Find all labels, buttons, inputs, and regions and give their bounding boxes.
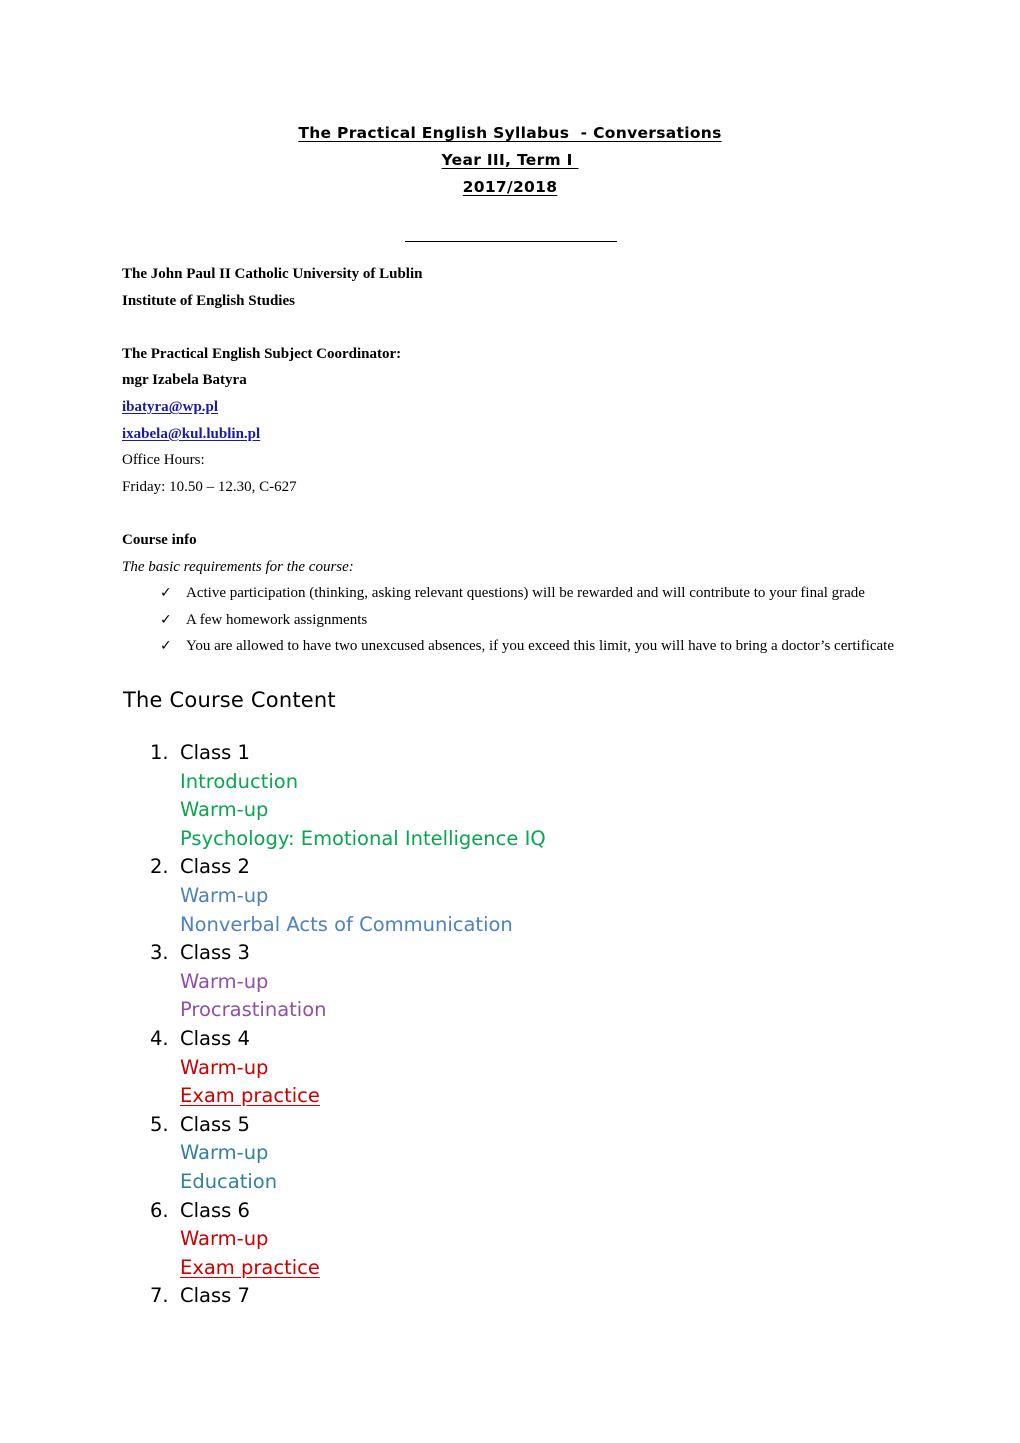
list-item: 4. Class 4 Warm-up Exam practice [123,1025,923,1111]
requirement-text: You are allowed to have two unexcused ab… [186,638,894,655]
horizontal-divider [405,241,617,242]
office-hours-label: Office Hours: [122,452,205,469]
requirements-list: ✓ Active participation (thinking, asking… [122,580,912,660]
class-topic: Education [180,1169,278,1193]
class-heading: 3. Class 3 [123,939,923,968]
requirement-text: A few homework assignments [186,611,368,628]
class-label: Class 5 [180,1112,250,1136]
class-heading: 1. Class 1 [123,739,923,768]
requirements-intro: The basic requirements for the course: [122,558,354,575]
class-number: 6. [150,1198,169,1222]
class-number: 1. [150,741,169,764]
institute-name: Institute of English Studies [122,292,295,309]
title-line-1: The Practical English Syllabus - Convers… [0,120,1020,147]
class-number: 7. [150,1284,169,1308]
class-number: 2. [150,855,169,879]
list-item: ✓ You are allowed to have two unexcused … [122,633,912,660]
class-topic: Procrastination [180,998,327,1022]
class-label: Class 6 [180,1198,250,1222]
university-name: The John Paul II Catholic University of … [122,266,423,282]
class-topic: Warm-up [180,883,269,907]
list-item: 3. Class 3 Warm-up Procrastination [123,939,923,1025]
class-topic: Warm-up [180,1055,269,1079]
class-heading: 6. Class 6 [123,1197,923,1226]
list-item: 7. Class 7 [123,1282,923,1311]
class-topic: Warm-up [180,969,269,993]
requirement-text: Active participation (thinking, asking r… [186,585,865,602]
class-topic: Exam practice [180,1255,320,1279]
list-item: 1. Class 1 Introduction Warm-up Psychology: … [123,739,923,853]
class-topic: Introduction [180,769,299,793]
class-label: Class 1 [180,741,250,764]
class-topic: Warm-up [180,798,269,822]
list-item: ✓ Active participation (thinking, asking… [122,580,912,607]
title-line-2: Year III, Term I [0,147,1020,174]
course-content-list: 1. Class 1 Introduction Warm-up Psychology: … [123,739,923,1311]
email-row-2: ixabela@kul.lublin.pl [122,421,912,448]
office-hours-value: Friday: 10.50 – 12.30, C-627 [122,478,297,495]
check-icon: ✓ [160,638,172,655]
email-link-ixabela[interactable]: ixabela@kul.lublin.pl [122,421,260,448]
title-line-3: 2017/2018 [0,174,1020,201]
class-topic: Nonverbal Acts of Communication [180,912,513,936]
class-label: Class 3 [180,941,250,965]
document-page: The Practical English Syllabus - Convers… [0,0,1020,1443]
header-info-block: The John Paul II Catholic University of … [122,261,912,660]
email-row-1: ibatyra@wp.pl [122,394,912,421]
class-label: Class 7 [180,1284,250,1308]
coordinator-role-label: The Practical English Subject Coordinato… [122,345,402,362]
class-topics: Warm-up Nonverbal Acts of Communication [123,882,923,939]
class-label: Class 4 [180,1026,250,1050]
title-line-1-text: The Practical English Syllabus - Convers… [298,124,722,142]
class-heading: 7. Class 7 [123,1282,923,1311]
title-line-2-text: Year III, Term I [441,151,579,169]
check-icon: ✓ [160,611,172,628]
class-label: Class 2 [180,855,250,879]
class-topic: Warm-up [180,1227,269,1251]
class-number: 4. [150,1026,169,1050]
document-title: The Practical English Syllabus - Convers… [0,120,1020,201]
class-topic: Exam practice [180,1084,320,1108]
title-line-3-text: 2017/2018 [462,178,558,196]
class-topics: Warm-up Exam practice [123,1225,923,1282]
class-topics: Warm-up Education [123,1139,923,1196]
class-topic: Psychology: Emotional Intelligence IQ [180,826,546,850]
list-item: 5. Class 5 Warm-up Education [123,1111,923,1197]
check-icon: ✓ [160,585,172,602]
class-topics: Warm-up Procrastination [123,968,923,1025]
spacer-2 [122,500,912,527]
spacer-1 [122,314,912,341]
list-item: 6. Class 6 Warm-up Exam practice [123,1197,923,1283]
class-topics: Introduction Warm-up Psychology: Emotional… [123,768,923,854]
course-info-heading: Course info [122,531,197,548]
list-item: 2. Class 2 Warm-up Nonverbal Acts of Commun… [123,853,923,939]
email-link-ibatyra[interactable]: ibatyra@wp.pl [122,394,218,421]
class-heading: 2. Class 2 [123,853,923,882]
class-number: 5. [150,1112,169,1136]
class-topic: Warm-up [180,1141,269,1165]
list-item: ✓ A few homework assignments [122,607,912,634]
coordinator-name: mgr Izabela Batyra [122,372,247,389]
course-content-heading: The Course Content [123,688,336,712]
class-heading: 5. Class 5 [123,1111,923,1140]
class-heading: 4. Class 4 [123,1025,923,1054]
class-topics: Warm-up Exam practice [123,1054,923,1111]
class-number: 3. [150,941,169,965]
